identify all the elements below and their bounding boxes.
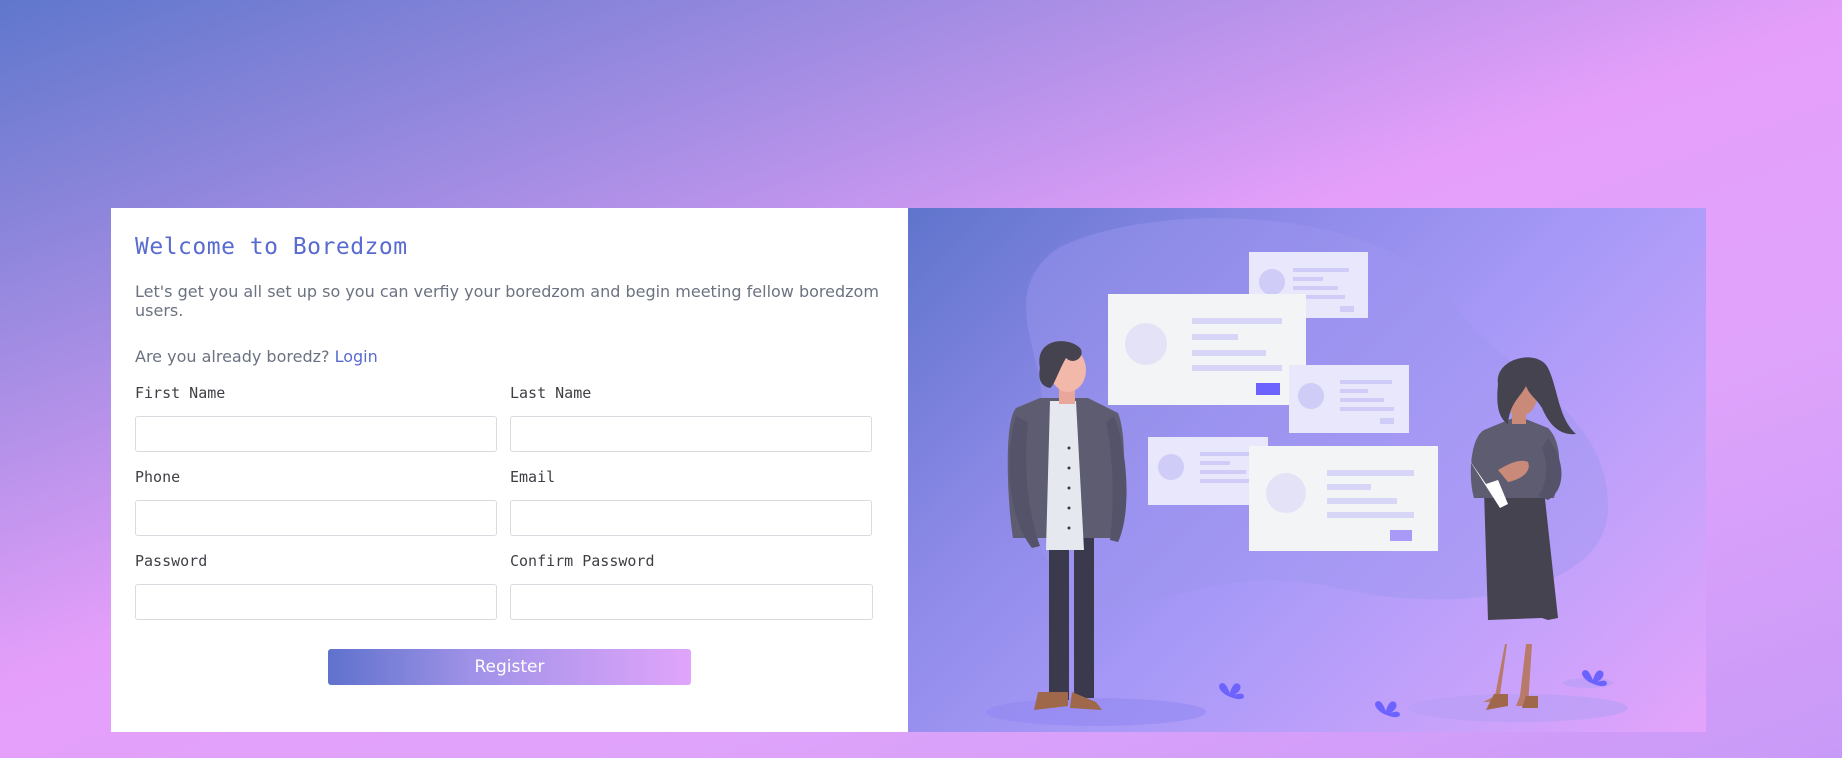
confirm-password-input[interactable] (510, 584, 873, 620)
confirm-password-group: Confirm Password (510, 552, 873, 636)
email-group: Email (510, 468, 872, 552)
login-prompt: Are you already boredz? (135, 347, 330, 366)
registration-form: First Name Last Name Phone Email Passwor… (135, 384, 884, 636)
form-row-contact: Phone Email (135, 468, 884, 552)
phone-group: Phone (135, 468, 497, 552)
password-input[interactable] (135, 584, 497, 620)
page-title: Welcome to Boredzom (135, 234, 408, 260)
form-row-name: First Name Last Name (135, 384, 884, 468)
intro-text: Let's get you all set up so you can verf… (135, 282, 879, 320)
illustration-panel (908, 208, 1706, 732)
register-button[interactable]: Register (328, 649, 691, 685)
first-name-label: First Name (135, 384, 226, 402)
email-input[interactable] (510, 500, 872, 536)
first-name-group: First Name (135, 384, 497, 468)
login-prompt-line: Are you already boredz? Login (135, 347, 884, 366)
phone-input[interactable] (135, 500, 497, 536)
last-name-input[interactable] (510, 416, 872, 452)
form-row-password: Password Confirm Password (135, 552, 884, 636)
password-group: Password (135, 552, 497, 636)
first-name-input[interactable] (135, 416, 497, 452)
registration-panel: Welcome to Boredzom Let's get you all se… (111, 208, 908, 732)
password-label: Password (135, 552, 208, 570)
registration-card: Welcome to Boredzom Let's get you all se… (111, 208, 1706, 732)
login-link[interactable]: Login (335, 347, 378, 366)
last-name-group: Last Name (510, 384, 872, 468)
email-label: Email (510, 468, 556, 486)
last-name-label: Last Name (510, 384, 592, 402)
confirm-password-label: Confirm Password (510, 552, 655, 570)
phone-label: Phone (135, 468, 181, 486)
people-with-profile-cards-illustration-icon (986, 218, 1628, 726)
